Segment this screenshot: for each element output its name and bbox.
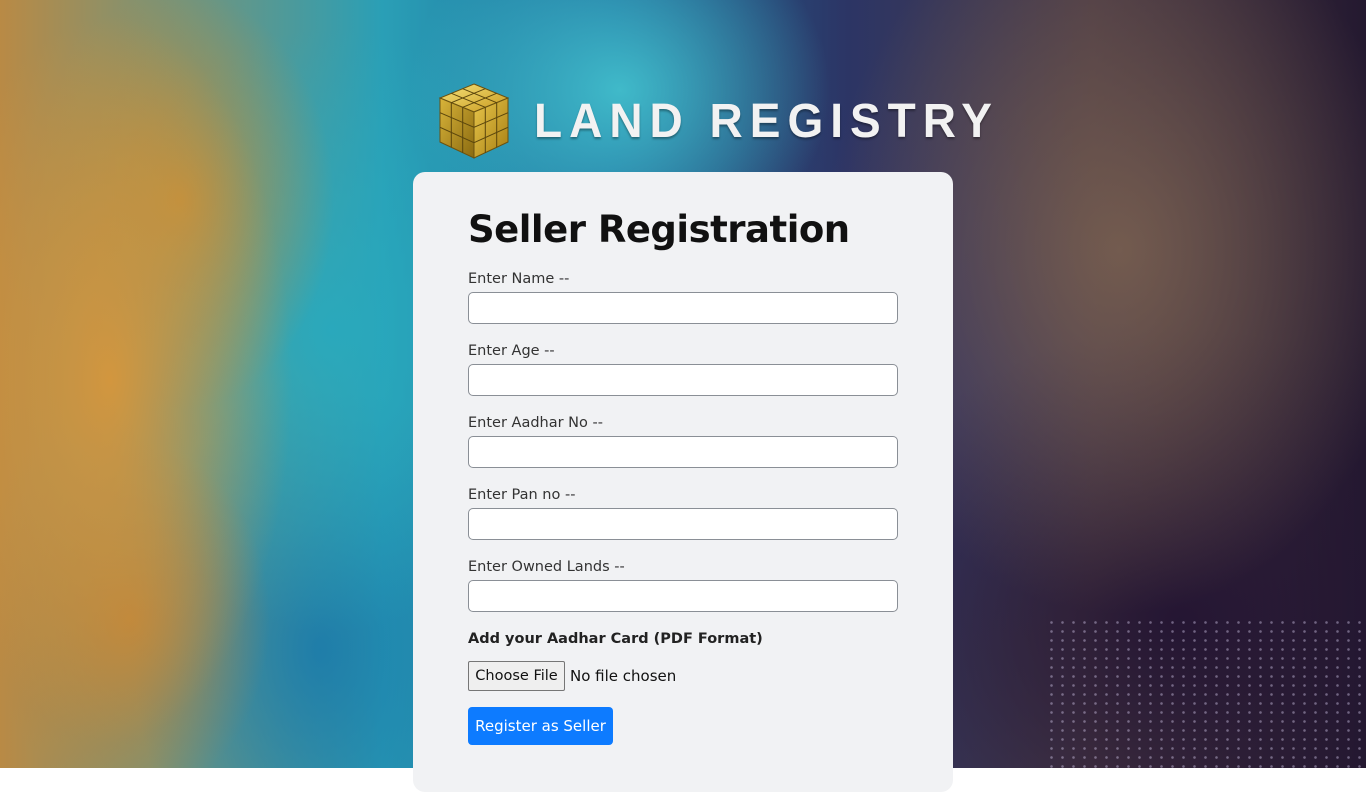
- pan-no-input[interactable]: [468, 508, 898, 540]
- choose-file-button[interactable]: Choose File: [468, 661, 565, 691]
- age-label: Enter Age --: [468, 343, 555, 359]
- background-speckle: [1046, 618, 1366, 768]
- aadhar-no-input[interactable]: [468, 436, 898, 468]
- aadhar-upload-label: Add your Aadhar Card (PDF Format): [468, 631, 763, 647]
- registration-card: [413, 172, 953, 792]
- name-label: Enter Name --: [468, 271, 570, 287]
- aadhar-no-label: Enter Aadhar No --: [468, 415, 603, 431]
- page-title: Seller Registration: [468, 208, 850, 251]
- register-seller-button[interactable]: Register as Seller: [468, 707, 613, 745]
- file-status-text: No file chosen: [570, 667, 677, 685]
- owned-lands-input[interactable]: [468, 580, 898, 612]
- brand-logo: LAND REGISTRY: [436, 78, 999, 162]
- name-input[interactable]: [468, 292, 898, 324]
- pan-no-label: Enter Pan no --: [468, 487, 576, 503]
- age-input[interactable]: [468, 364, 898, 396]
- cube-icon: [436, 80, 512, 160]
- owned-lands-label: Enter Owned Lands --: [468, 559, 625, 575]
- brand-logo-text: LAND REGISTRY: [534, 92, 999, 148]
